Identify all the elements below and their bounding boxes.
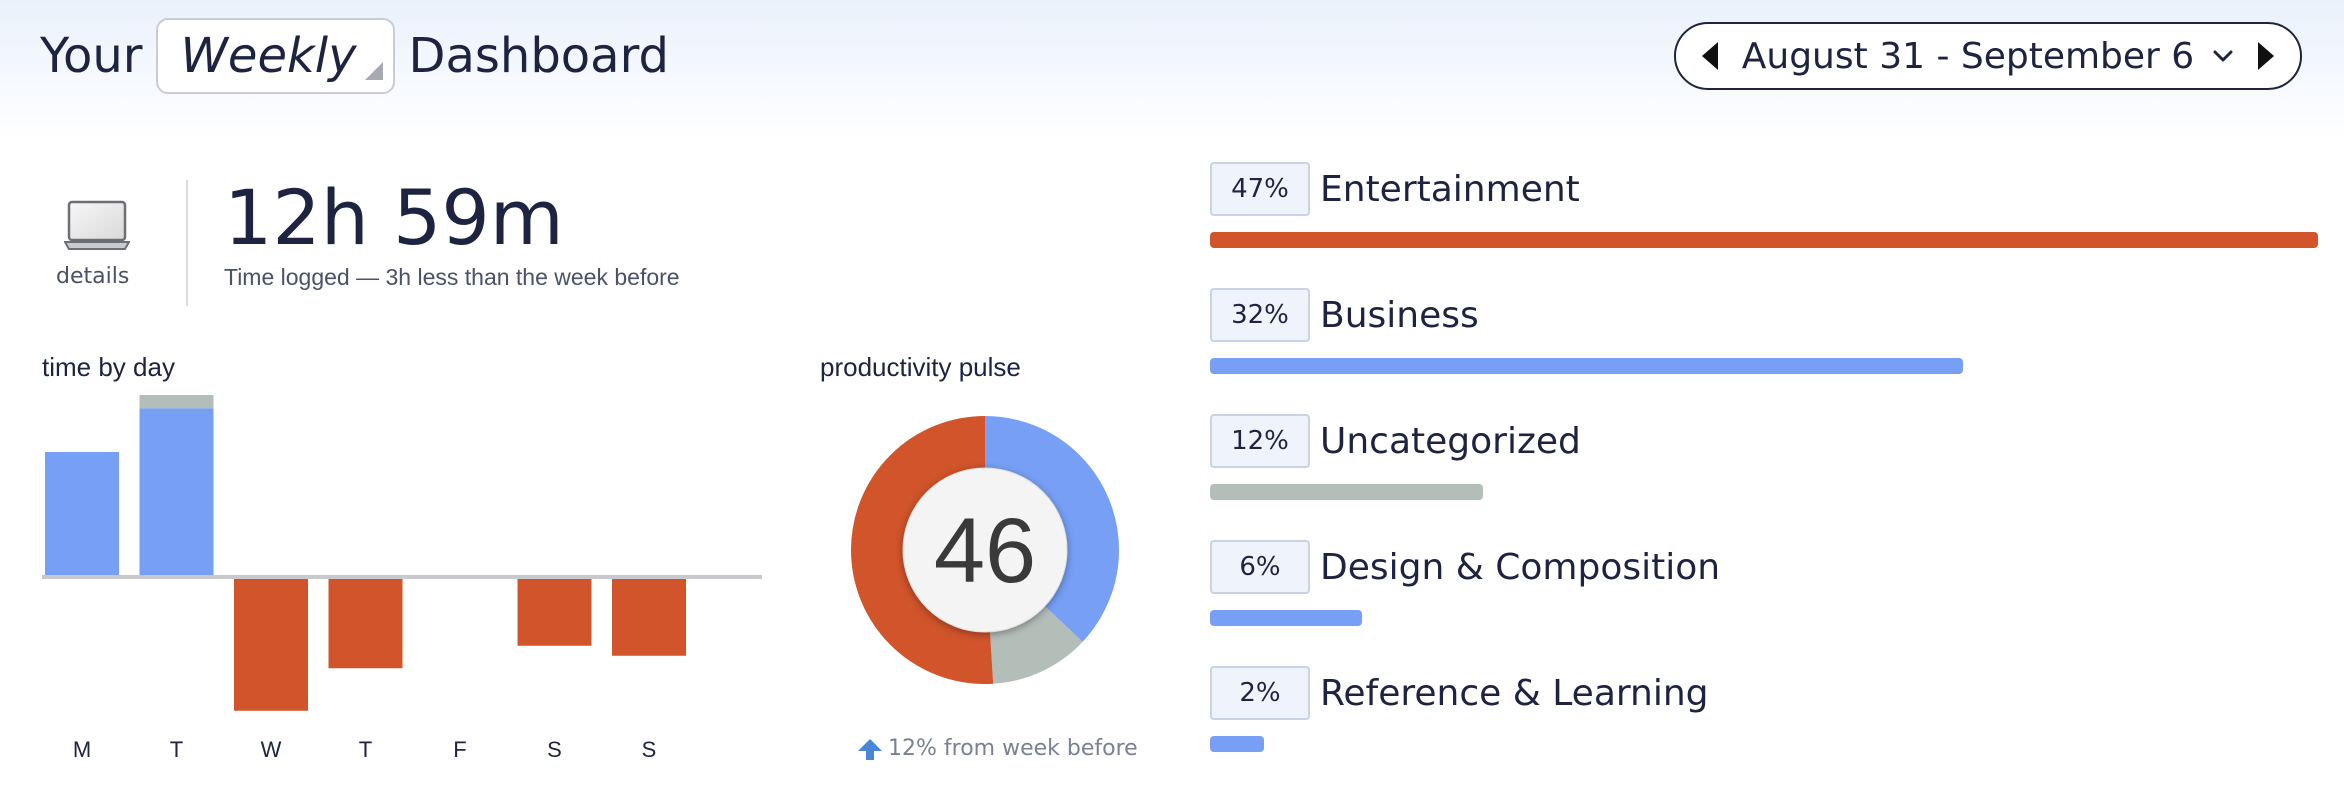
category-bar bbox=[1210, 484, 1483, 500]
category-percent-badge: 32% bbox=[1210, 288, 1310, 342]
laptop-icon[interactable] bbox=[64, 200, 130, 252]
day-bar[interactable] bbox=[234, 577, 308, 711]
pulse-score: 46 bbox=[934, 500, 1036, 602]
category-name: Entertainment bbox=[1320, 168, 1580, 210]
date-range-dropdown[interactable]: August 31 - September 6 bbox=[1742, 36, 2234, 77]
category-bar bbox=[1210, 358, 1963, 374]
productivity-pulse-title: productivity pulse bbox=[820, 352, 1021, 382]
period-select[interactable]: Weekly bbox=[156, 18, 395, 94]
day-label: S bbox=[642, 737, 657, 762]
page-title: Your Weekly Dashboard bbox=[40, 18, 669, 94]
next-week-icon[interactable] bbox=[2257, 42, 2274, 70]
divider bbox=[186, 180, 188, 306]
day-bar[interactable] bbox=[139, 395, 214, 409]
category-bar bbox=[1210, 736, 1264, 752]
category-row[interactable]: 6% Design & Composition bbox=[1210, 540, 2320, 650]
category-name: Uncategorized bbox=[1320, 420, 1581, 462]
day-label: T bbox=[359, 737, 372, 762]
productivity-pulse-chart: 46 bbox=[851, 416, 1119, 684]
category-bar bbox=[1210, 232, 2318, 248]
time-by-day-title: time by day bbox=[42, 352, 175, 382]
day-bar[interactable] bbox=[612, 577, 686, 656]
category-bar bbox=[1210, 610, 1362, 626]
pulse-change-text: 12% from week before bbox=[888, 736, 1138, 761]
category-name: Business bbox=[1320, 294, 1479, 336]
day-bar[interactable] bbox=[328, 577, 403, 669]
category-row[interactable]: 12% Uncategorized bbox=[1210, 414, 2320, 524]
title-prefix: Your bbox=[40, 28, 143, 84]
time-by-day-chart: MTWTFSS bbox=[42, 395, 762, 762]
chevron-down-icon bbox=[2213, 50, 2233, 62]
date-range-navigator: August 31 - September 6 bbox=[1674, 22, 2302, 90]
category-row[interactable]: 2% Reference & Learning bbox=[1210, 666, 2320, 776]
category-percent-badge: 2% bbox=[1210, 666, 1310, 720]
day-bar[interactable] bbox=[139, 408, 214, 577]
category-name: Reference & Learning bbox=[1320, 672, 1709, 714]
day-bar[interactable] bbox=[45, 452, 119, 577]
arrow-up-icon bbox=[858, 738, 882, 760]
previous-week-icon[interactable] bbox=[1702, 42, 1718, 70]
category-percent-badge: 6% bbox=[1210, 540, 1310, 594]
day-label: S bbox=[547, 737, 562, 762]
category-row[interactable]: 47% Entertainment bbox=[1210, 162, 2320, 272]
period-value: Weekly bbox=[180, 28, 357, 84]
dropdown-corner-icon bbox=[364, 62, 383, 80]
day-label: T bbox=[170, 737, 183, 762]
category-percent-badge: 12% bbox=[1210, 414, 1310, 468]
day-label: W bbox=[261, 737, 282, 762]
day-bar[interactable] bbox=[517, 577, 592, 646]
time-logged-note: Time logged — 3h less than the week befo… bbox=[224, 264, 680, 290]
day-label: F bbox=[453, 737, 466, 762]
details-link[interactable]: details bbox=[56, 264, 129, 289]
category-name: Design & Composition bbox=[1320, 546, 1721, 588]
category-percent-badge: 47% bbox=[1210, 162, 1310, 216]
title-suffix: Dashboard bbox=[408, 28, 669, 84]
category-row[interactable]: 32% Business bbox=[1210, 288, 2320, 398]
time-logged-value: 12h 59m bbox=[224, 173, 564, 262]
day-label: M bbox=[73, 737, 91, 762]
date-range-label: August 31 - September 6 bbox=[1741, 35, 2195, 77]
pulse-change-note: 12% from week before bbox=[858, 736, 1138, 761]
